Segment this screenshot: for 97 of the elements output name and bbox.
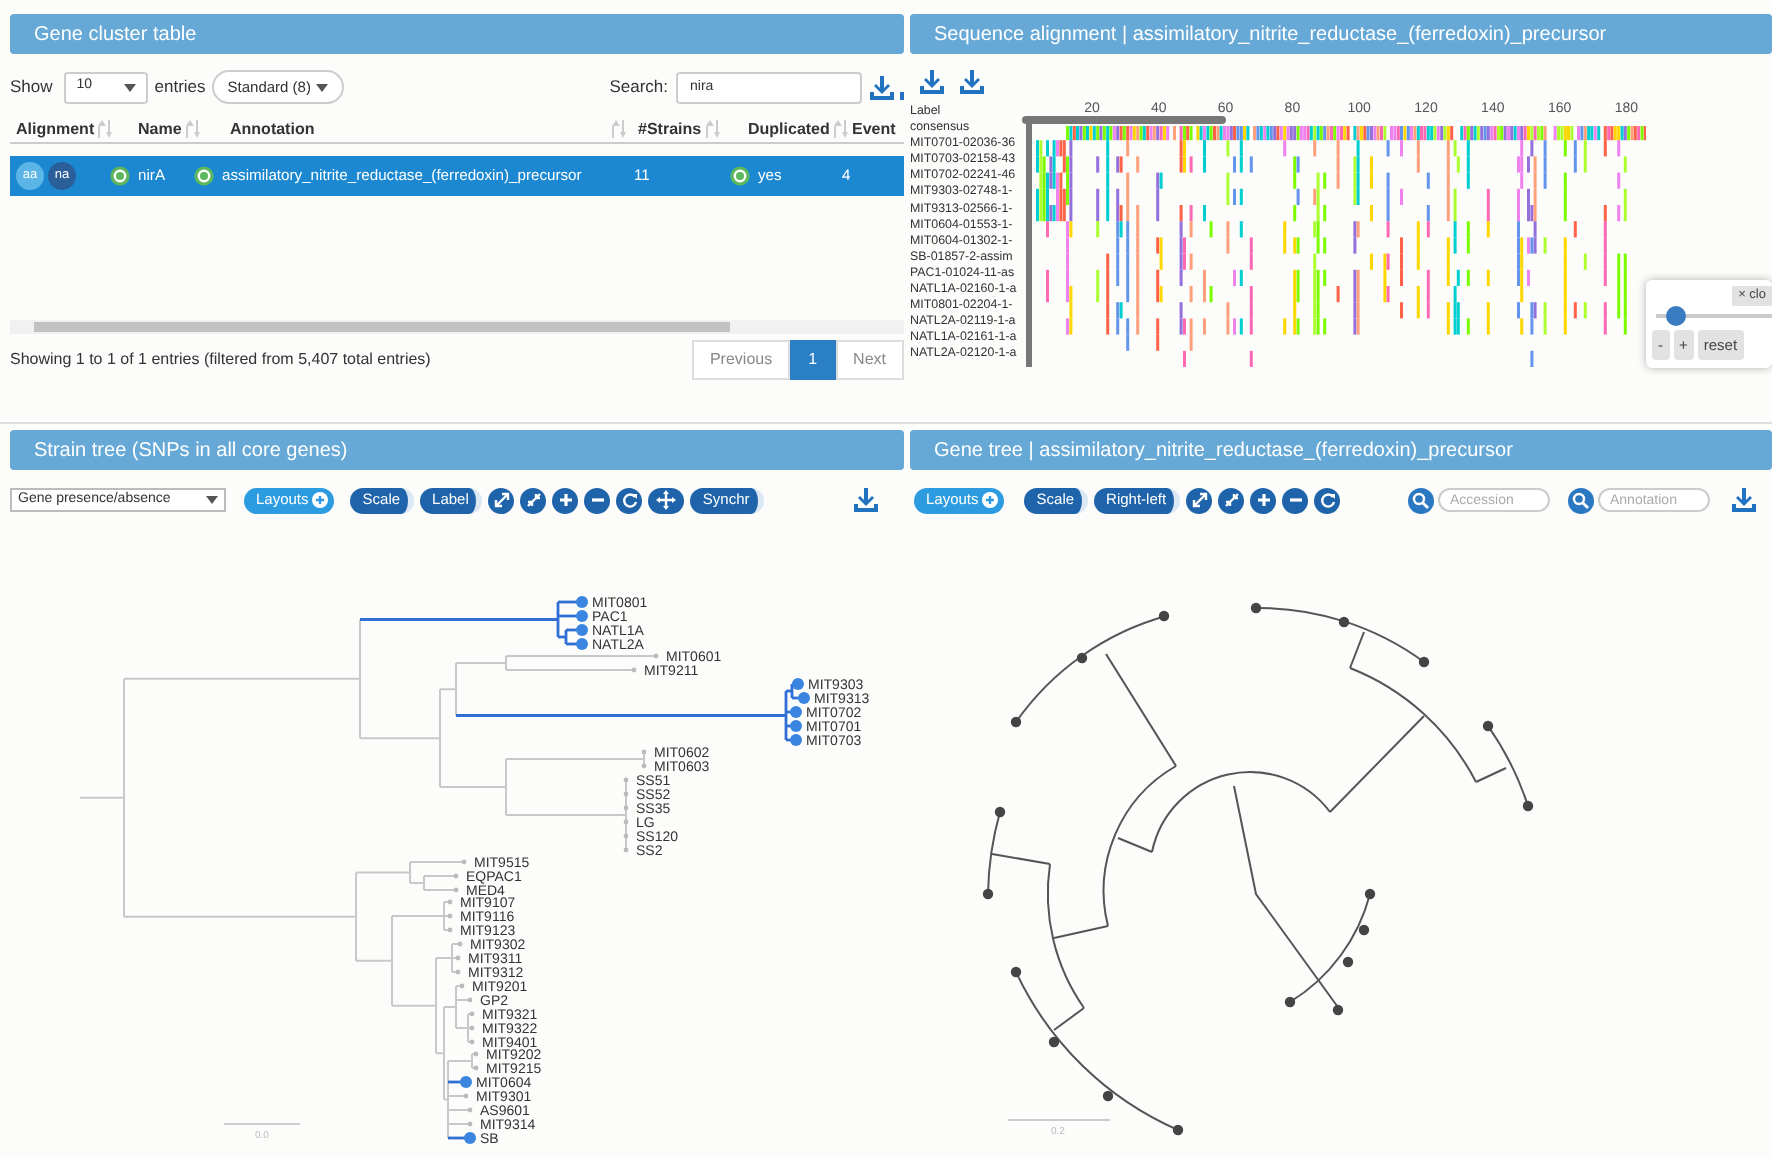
leaf-marker[interactable] xyxy=(455,955,461,961)
leaf-marker[interactable] xyxy=(576,624,588,636)
expand-icon xyxy=(489,488,514,512)
expand-icon xyxy=(1187,488,1212,512)
leaf-marker[interactable] xyxy=(576,610,588,622)
leaf-marker[interactable] xyxy=(790,706,802,718)
zoom-out-button[interactable] xyxy=(584,487,611,513)
pagination-button[interactable]: 1 xyxy=(790,340,836,380)
zoom-in-button[interactable] xyxy=(1250,487,1277,513)
move-icon xyxy=(654,488,679,512)
leaf-marker[interactable] xyxy=(798,692,810,704)
leaf-marker[interactable] xyxy=(576,638,588,650)
leaf-marker[interactable] xyxy=(467,997,473,1003)
zoom-in-button[interactable] xyxy=(552,487,579,513)
dot-circle-icon[interactable] xyxy=(110,165,130,186)
refresh-icon xyxy=(1315,488,1340,512)
column-header[interactable]: Annotation xyxy=(230,117,315,141)
leaf-marker[interactable] xyxy=(653,653,659,659)
leaf-marker[interactable] xyxy=(453,873,459,879)
sort-icon[interactable] xyxy=(703,120,720,138)
leaf-marker[interactable] xyxy=(473,1065,479,1071)
move-button[interactable] xyxy=(648,487,685,513)
caret-icon xyxy=(124,83,137,91)
column-header[interactable]: #Strains xyxy=(638,117,702,141)
leaf-marker[interactable] xyxy=(453,887,459,893)
leaf-marker[interactable] xyxy=(464,1132,476,1144)
leaf-marker[interactable] xyxy=(469,1039,475,1045)
show-label: Show xyxy=(10,74,53,100)
search-icon xyxy=(1572,491,1590,509)
leaf-marker[interactable] xyxy=(460,1076,472,1088)
refresh-icon xyxy=(617,488,642,512)
download-icon[interactable] xyxy=(870,75,894,99)
plus-icon xyxy=(312,492,329,508)
leaf-marker[interactable] xyxy=(623,847,629,853)
leaf-marker[interactable] xyxy=(576,596,588,608)
leaf-marker[interactable] xyxy=(463,1093,469,1099)
download-icon[interactable] xyxy=(960,70,984,94)
refresh-button[interactable] xyxy=(1314,487,1341,513)
leaf-marker[interactable] xyxy=(447,927,453,933)
dot-circle-icon[interactable] xyxy=(730,165,750,186)
expand-button[interactable] xyxy=(1186,487,1213,513)
leaf-marker[interactable] xyxy=(447,913,453,919)
plus-icon xyxy=(982,492,999,508)
zoom-out-button[interactable] xyxy=(1282,487,1309,513)
leaf-marker[interactable] xyxy=(631,667,637,673)
leaf-marker[interactable] xyxy=(641,749,647,755)
sort-icon[interactable] xyxy=(96,120,113,138)
column-header[interactable]: Alignment xyxy=(16,117,95,141)
download-icon[interactable] xyxy=(920,70,944,94)
sort-icon[interactable] xyxy=(610,120,626,138)
panel-header: Gene tree | assimilatory_nitrite_reductase_(ferredoxin)_precursor xyxy=(910,430,1772,470)
leaf-marker[interactable] xyxy=(461,859,467,865)
refresh-button[interactable] xyxy=(616,487,643,513)
leaf-marker[interactable] xyxy=(623,777,629,783)
pagination-button[interactable]: Previous xyxy=(691,340,791,380)
leaf-marker[interactable] xyxy=(790,734,802,746)
caret-icon xyxy=(206,496,218,504)
column-header[interactable]: Name xyxy=(138,117,182,141)
search-button[interactable] xyxy=(1408,487,1434,513)
leaf-marker[interactable] xyxy=(467,1107,473,1113)
horizontal-scrollbar[interactable] xyxy=(10,320,904,334)
leaf-marker[interactable] xyxy=(457,941,463,947)
scale-bar xyxy=(1007,1119,1111,1121)
download-icon[interactable] xyxy=(1732,488,1756,512)
leaf-marker[interactable] xyxy=(447,899,453,905)
leaf-marker[interactable] xyxy=(469,1025,475,1031)
pagination-button[interactable]: Next xyxy=(835,340,904,380)
panel-header: Gene cluster table xyxy=(10,14,904,54)
entries-label: entries xyxy=(154,74,206,100)
leaf-marker[interactable] xyxy=(641,763,647,769)
leaf-marker[interactable] xyxy=(623,805,629,811)
compress-button[interactable] xyxy=(1218,487,1245,513)
leaf-marker[interactable] xyxy=(792,678,804,690)
leaf-marker[interactable] xyxy=(467,1121,473,1127)
column-header[interactable]: Event xyxy=(852,117,896,141)
leaf-marker[interactable] xyxy=(790,720,802,732)
panel-header: Strain tree (SNPs in all core genes) xyxy=(10,430,904,470)
leaf-marker[interactable] xyxy=(469,1011,475,1017)
caret-icon xyxy=(316,83,329,91)
table-info: Showing 1 to 1 of 1 entries (filtered from 5,407 total entries) xyxy=(10,348,431,372)
leaf-marker[interactable] xyxy=(455,969,461,975)
dot-circle-icon[interactable] xyxy=(194,165,214,186)
search-icon xyxy=(1412,491,1430,509)
leaf-marker[interactable] xyxy=(623,819,629,825)
horizontal-scrollbar[interactable] xyxy=(1022,116,1226,124)
leaf-marker[interactable] xyxy=(473,1051,479,1057)
scale-bar xyxy=(223,1123,301,1125)
panel-header: Sequence alignment | assimilatory_nitrite_reductase_(ferredoxin)_precursor xyxy=(910,14,1772,54)
sort-icon[interactable] xyxy=(831,120,848,138)
sort-icon[interactable] xyxy=(183,120,200,138)
download-icon[interactable] xyxy=(854,488,878,512)
compress-button[interactable] xyxy=(520,487,547,513)
search-label: Search: xyxy=(609,74,668,100)
expand-button[interactable] xyxy=(488,487,515,513)
column-header[interactable]: Duplicated xyxy=(748,117,830,141)
leaf-marker[interactable] xyxy=(459,983,465,989)
search-button[interactable] xyxy=(1568,487,1594,513)
